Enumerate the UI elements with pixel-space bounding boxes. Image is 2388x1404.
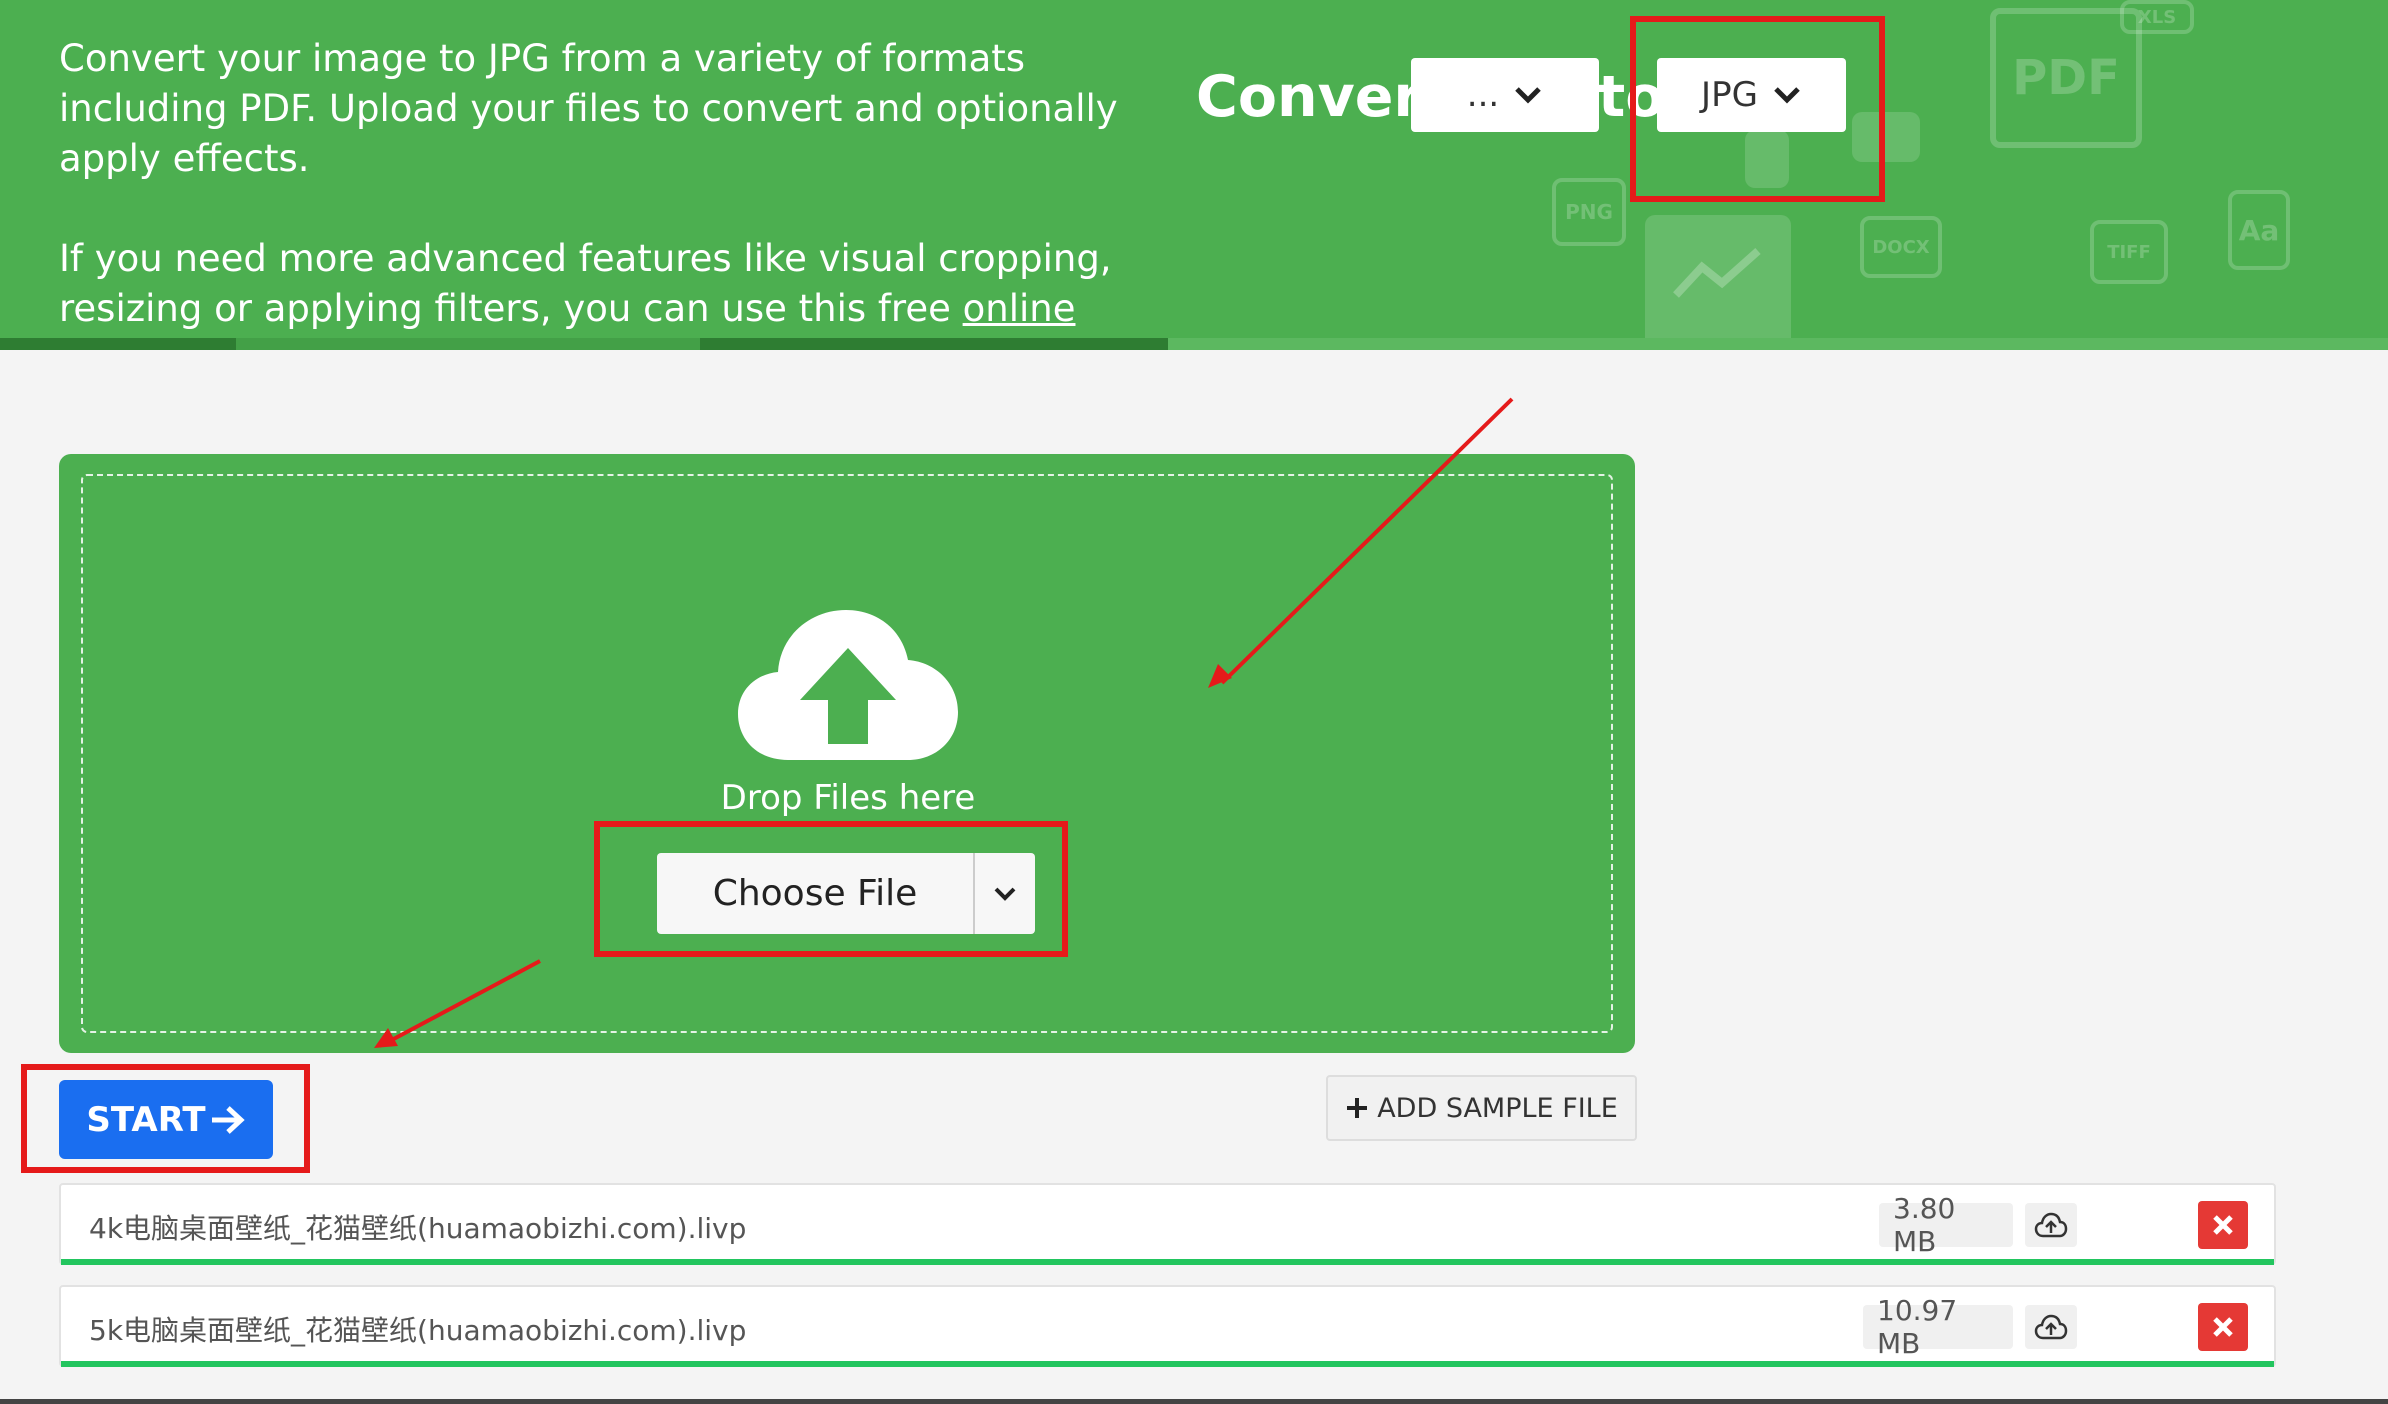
annotation-arrowhead — [1208, 664, 1232, 688]
annotation-arrow — [1220, 397, 1514, 685]
annotation-arrow — [387, 959, 541, 1044]
page-bottom-edge — [0, 1399, 2388, 1404]
annotation-arrows — [374, 397, 1514, 1048]
